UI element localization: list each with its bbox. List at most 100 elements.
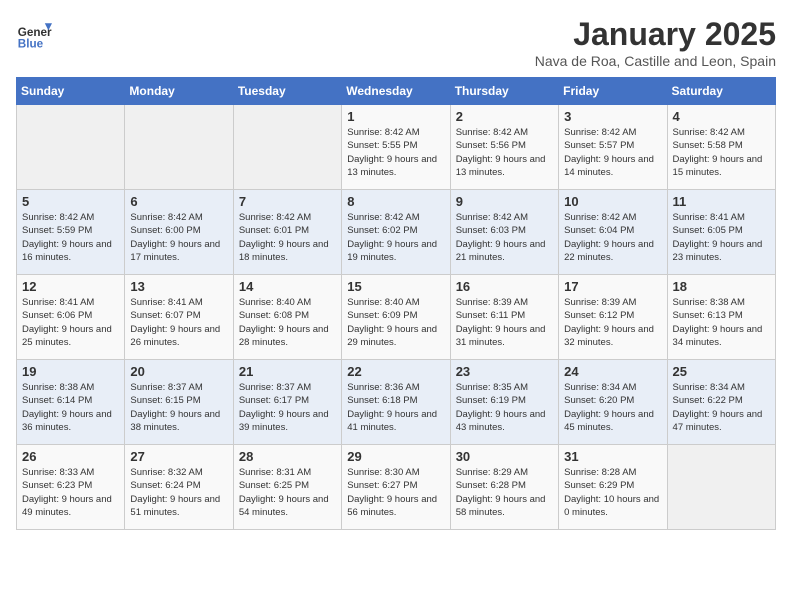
day-number: 13 [130,279,227,294]
day-number: 3 [564,109,661,124]
day-number: 26 [22,449,119,464]
day-number: 28 [239,449,336,464]
day-number: 23 [456,364,553,379]
logo-icon: General Blue [16,16,52,52]
day-number: 30 [456,449,553,464]
day-info: Sunrise: 8:42 AMSunset: 5:55 PMDaylight:… [347,126,444,179]
day-number: 31 [564,449,661,464]
svg-text:Blue: Blue [18,38,44,51]
day-cell: 8 Sunrise: 8:42 AMSunset: 6:02 PMDaylight… [342,190,450,275]
page-header: General Blue January 2025 Nava de Roa, C… [16,16,776,69]
day-cell: 9 Sunrise: 8:42 AMSunset: 6:03 PMDaylight… [450,190,558,275]
day-cell: 26 Sunrise: 8:33 AMSunset: 6:23 PMDayligh… [17,445,125,530]
calendar-title: January 2025 [535,16,776,53]
day-cell [17,105,125,190]
logo: General Blue [16,16,52,52]
day-info: Sunrise: 8:30 AMSunset: 6:27 PMDaylight:… [347,466,444,519]
day-cell: 18Sunrise: 8:38 AMSunset: 6:13 PMDayligh… [667,275,775,360]
day-number: 15 [347,279,444,294]
week-row-2: 5 Sunrise: 8:42 AMSunset: 5:59 PMDaylight… [17,190,776,275]
day-info: Sunrise: 8:37 AMSunset: 6:17 PMDaylight:… [239,381,336,434]
day-number: 9 [456,194,553,209]
day-info: Sunrise: 8:42 AMSunset: 6:01 PMDaylight:… [239,211,336,264]
day-cell [233,105,341,190]
day-cell: 23 Sunrise: 8:35 AMSunset: 6:19 PMDayligh… [450,360,558,445]
day-cell: 19 Sunrise: 8:38 AMSunset: 6:14 PMDayligh… [17,360,125,445]
calendar-table: Sunday Monday Tuesday Wednesday Thursday… [16,77,776,530]
day-number: 17 [564,279,661,294]
day-number: 24 [564,364,661,379]
day-info: Sunrise: 8:29 AMSunset: 6:28 PMDaylight:… [456,466,553,519]
header-friday: Friday [559,78,667,105]
day-info: Sunrise: 8:42 AMSunset: 5:58 PMDaylight:… [673,126,770,179]
day-cell: 15 Sunrise: 8:40 AMSunset: 6:09 PMDayligh… [342,275,450,360]
day-cell: 3 Sunrise: 8:42 AMSunset: 5:57 PMDaylight… [559,105,667,190]
day-info: Sunrise: 8:36 AMSunset: 6:18 PMDaylight:… [347,381,444,434]
day-number: 5 [22,194,119,209]
day-cell [125,105,233,190]
day-number: 19 [22,364,119,379]
day-number: 21 [239,364,336,379]
day-info: Sunrise: 8:42 AMSunset: 5:56 PMDaylight:… [456,126,553,179]
day-cell: 10Sunrise: 8:42 AMSunset: 6:04 PMDayligh… [559,190,667,275]
day-cell: 22 Sunrise: 8:36 AMSunset: 6:18 PMDayligh… [342,360,450,445]
day-cell: 4 Sunrise: 8:42 AMSunset: 5:58 PMDaylight… [667,105,775,190]
day-info: Sunrise: 8:38 AMSunset: 6:13 PMDaylight:… [673,296,770,349]
header-tuesday: Tuesday [233,78,341,105]
day-info: Sunrise: 8:42 AMSunset: 6:03 PMDaylight:… [456,211,553,264]
day-number: 16 [456,279,553,294]
day-number: 8 [347,194,444,209]
day-number: 7 [239,194,336,209]
day-number: 29 [347,449,444,464]
day-number: 22 [347,364,444,379]
header-monday: Monday [125,78,233,105]
week-row-5: 26 Sunrise: 8:33 AMSunset: 6:23 PMDayligh… [17,445,776,530]
day-info: Sunrise: 8:41 AMSunset: 6:05 PMDaylight:… [673,211,770,264]
day-number: 25 [673,364,770,379]
day-info: Sunrise: 8:42 AMSunset: 6:04 PMDaylight:… [564,211,661,264]
day-cell: 25 Sunrise: 8:34 AMSunset: 6:22 PMDayligh… [667,360,775,445]
day-cell: 27Sunrise: 8:32 AMSunset: 6:24 PMDayligh… [125,445,233,530]
day-cell: 16 Sunrise: 8:39 AMSunset: 6:11 PMDayligh… [450,275,558,360]
day-number: 20 [130,364,227,379]
day-cell: 13 Sunrise: 8:41 AMSunset: 6:07 PMDayligh… [125,275,233,360]
day-number: 4 [673,109,770,124]
day-cell: 28Sunrise: 8:31 AMSunset: 6:25 PMDayligh… [233,445,341,530]
day-info: Sunrise: 8:40 AMSunset: 6:09 PMDaylight:… [347,296,444,349]
day-cell: 11 Sunrise: 8:41 AMSunset: 6:05 PMDayligh… [667,190,775,275]
header-wednesday: Wednesday [342,78,450,105]
day-info: Sunrise: 8:32 AMSunset: 6:24 PMDaylight:… [130,466,227,519]
day-info: Sunrise: 8:42 AMSunset: 5:59 PMDaylight:… [22,211,119,264]
week-row-3: 12 Sunrise: 8:41 AMSunset: 6:06 PMDayligh… [17,275,776,360]
day-cell: 2 Sunrise: 8:42 AMSunset: 5:56 PMDaylight… [450,105,558,190]
calendar-subtitle: Nava de Roa, Castille and Leon, Spain [535,53,776,69]
day-number: 2 [456,109,553,124]
day-info: Sunrise: 8:39 AMSunset: 6:11 PMDaylight:… [456,296,553,349]
day-cell: 6Sunrise: 8:42 AMSunset: 6:00 PMDaylight… [125,190,233,275]
weekday-header-row: Sunday Monday Tuesday Wednesday Thursday… [17,78,776,105]
day-cell: 14 Sunrise: 8:40 AMSunset: 6:08 PMDayligh… [233,275,341,360]
header-thursday: Thursday [450,78,558,105]
day-info: Sunrise: 8:40 AMSunset: 6:08 PMDaylight:… [239,296,336,349]
day-info: Sunrise: 8:42 AMSunset: 5:57 PMDaylight:… [564,126,661,179]
day-number: 1 [347,109,444,124]
day-number: 11 [673,194,770,209]
day-info: Sunrise: 8:35 AMSunset: 6:19 PMDaylight:… [456,381,553,434]
day-info: Sunrise: 8:34 AMSunset: 6:20 PMDaylight:… [564,381,661,434]
day-cell: 24 Sunrise: 8:34 AMSunset: 6:20 PMDayligh… [559,360,667,445]
week-row-1: 1 Sunrise: 8:42 AMSunset: 5:55 PMDaylight… [17,105,776,190]
day-info: Sunrise: 8:41 AMSunset: 6:06 PMDaylight:… [22,296,119,349]
day-info: Sunrise: 8:38 AMSunset: 6:14 PMDaylight:… [22,381,119,434]
day-info: Sunrise: 8:41 AMSunset: 6:07 PMDaylight:… [130,296,227,349]
day-number: 14 [239,279,336,294]
day-cell: 12 Sunrise: 8:41 AMSunset: 6:06 PMDayligh… [17,275,125,360]
day-info: Sunrise: 8:42 AMSunset: 6:02 PMDaylight:… [347,211,444,264]
day-cell: 7 Sunrise: 8:42 AMSunset: 6:01 PMDaylight… [233,190,341,275]
day-info: Sunrise: 8:33 AMSunset: 6:23 PMDaylight:… [22,466,119,519]
day-cell: 20Sunrise: 8:37 AMSunset: 6:15 PMDayligh… [125,360,233,445]
day-cell: 17Sunrise: 8:39 AMSunset: 6:12 PMDayligh… [559,275,667,360]
day-info: Sunrise: 8:34 AMSunset: 6:22 PMDaylight:… [673,381,770,434]
day-number: 12 [22,279,119,294]
day-info: Sunrise: 8:28 AMSunset: 6:29 PMDaylight:… [564,466,661,519]
day-cell [667,445,775,530]
